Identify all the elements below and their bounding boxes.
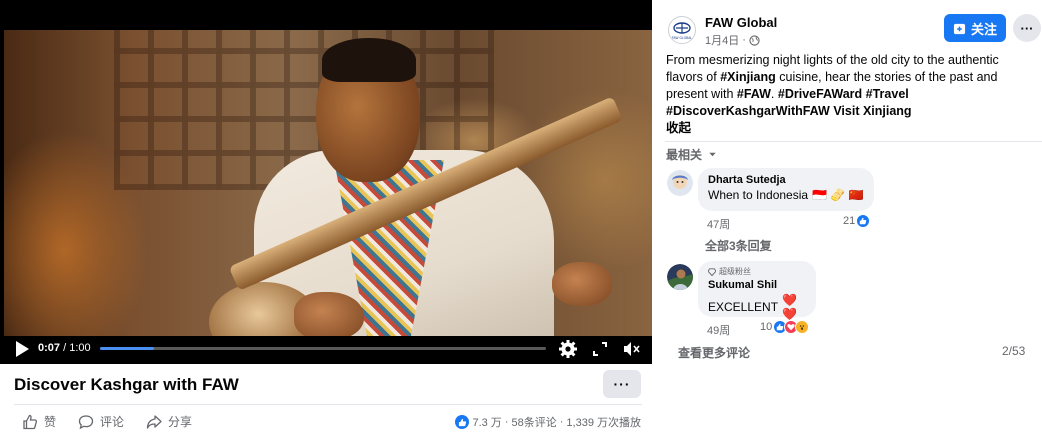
hashtag-xinjiang[interactable]: #Xinjiang — [720, 70, 776, 84]
comment-emojis: ❤️❤️ — [782, 293, 797, 321]
comment-reactions[interactable]: 21 — [843, 214, 871, 228]
comment-text-body: When to Indonesia — [708, 188, 809, 202]
faw-logo-icon: FAW GLOBAL — [672, 22, 693, 40]
video-controls: 0:07 / 1:00 — [0, 334, 652, 364]
diamond-icon — [708, 267, 716, 276]
post-panel: FAW GLOBAL FAW Global 1月4日 · 关注 ··· From… — [665, 0, 1042, 441]
hashtag-drivefaward[interactable]: #DriveFAWard — [778, 87, 862, 101]
comment-page-count: 2/53 — [1002, 344, 1026, 358]
view-replies-link[interactable]: 全部3条回复 — [705, 237, 772, 254]
thumbs-up-icon — [23, 414, 38, 429]
collapse-caption-button[interactable]: 收起 — [666, 121, 691, 135]
video-duration: / 1:00 — [60, 342, 91, 354]
share-label: 分享 — [168, 415, 193, 429]
like-button[interactable]: 赞 — [22, 413, 56, 430]
video-time: 0:07 / 1:00 — [38, 342, 91, 354]
play-icon[interactable] — [14, 340, 30, 358]
engagement-stats: 7.3 万 · 58条评论 · 1,339 万次播放 — [455, 414, 641, 430]
settings-icon[interactable] — [558, 339, 578, 359]
hashtag-discoverkashgarwithfaw[interactable]: #DiscoverKashgarWithFAW — [666, 104, 830, 118]
commenter-avatar[interactable] — [667, 170, 693, 196]
comment-bubble: 超级粉丝 Sukumal Shil EXCELLENT ❤️❤️ — [698, 261, 816, 321]
divider — [14, 404, 642, 405]
page-name[interactable]: FAW Global — [705, 15, 777, 30]
stats-separator: · — [559, 416, 564, 428]
comment-label: 评论 — [100, 415, 125, 429]
like-reaction-icon — [856, 214, 871, 228]
logo-text: FAW GLOBAL — [672, 36, 693, 40]
divider — [665, 141, 1042, 142]
like-label: 赞 — [44, 415, 57, 429]
top-fan-label: 超级粉丝 — [719, 267, 751, 276]
view-more-comments-link[interactable]: 查看更多评论 — [678, 344, 750, 361]
comment-text: When to Indonesia 🇮🇩 🫔 🇨🇳 — [708, 188, 864, 202]
comment-button[interactable]: 评论 — [78, 413, 124, 430]
commenter-name[interactable]: Dharta Sutedja — [708, 174, 864, 186]
post-more-options-button[interactable]: ··· — [1013, 14, 1041, 42]
video-title: Discover Kashgar with FAW — [14, 375, 239, 394]
comment-emojis: 🇮🇩 🫔 🇨🇳 — [812, 188, 864, 202]
video-progress-fill — [100, 347, 154, 350]
post-caption: From mesmerizing night lights of the old… — [666, 52, 1016, 137]
reaction-count[interactable]: 7.3 万 — [472, 414, 501, 430]
comment-reaction-count: 21 — [843, 215, 856, 227]
globe-icon — [749, 34, 760, 46]
stats-separator: · — [504, 416, 509, 428]
like-reaction-icon — [455, 415, 470, 429]
hashtag-faw[interactable]: #FAW — [737, 87, 771, 101]
commenter-avatar[interactable] — [667, 264, 693, 290]
video-column: 0:07 / 1:00 Discover Kashgar with FAW ··… — [0, 0, 655, 441]
comment-reactions[interactable]: 10 — [760, 320, 810, 334]
share-button[interactable]: 分享 — [146, 413, 192, 430]
commenter-name[interactable]: Sukumal Shil — [708, 279, 806, 291]
musician-hair — [322, 38, 416, 82]
comment-icon — [78, 414, 94, 429]
video-frame[interactable] — [4, 30, 652, 336]
post-actions: 赞 评论 分享 — [22, 413, 192, 430]
wow-reaction-icon — [795, 320, 810, 334]
comment-reaction-count: 10 — [760, 321, 773, 333]
comment-sort-dropdown[interactable]: 最相关 — [666, 146, 717, 163]
post-date[interactable]: 1月4日 — [705, 32, 739, 48]
share-icon — [146, 414, 162, 429]
video-progress-bar[interactable] — [100, 347, 546, 350]
comment-text: EXCELLENT ❤️❤️ — [708, 293, 806, 321]
video-player[interactable]: 0:07 / 1:00 — [0, 0, 652, 364]
chevron-down-icon — [709, 152, 716, 157]
strumming-hand — [294, 292, 364, 336]
comment-time[interactable]: 49周 — [707, 322, 730, 338]
visit-xinjiang-link[interactable]: Visit Xinjiang — [833, 104, 911, 118]
post-meta: 1月4日 · — [705, 32, 760, 48]
fullscreen-icon[interactable] — [590, 339, 610, 359]
comment-time[interactable]: 47周 — [707, 216, 730, 232]
follow-page-icon — [953, 23, 966, 34]
views-count: 1,339 万次播放 — [566, 417, 641, 429]
fretting-hand — [552, 262, 612, 306]
mute-icon[interactable] — [621, 339, 641, 359]
follow-label: 关注 — [970, 21, 997, 37]
hashtag-travel[interactable]: #Travel — [866, 87, 909, 101]
follow-button[interactable]: 关注 — [944, 14, 1006, 42]
video-more-options-button[interactable]: ··· — [603, 370, 641, 398]
current-time: 0:07 — [38, 342, 61, 354]
comments-count[interactable]: 58条评论 — [511, 414, 556, 430]
page-avatar[interactable]: FAW GLOBAL — [668, 16, 696, 44]
caption-text: . — [770, 87, 778, 101]
comment-text-body: EXCELLENT — [708, 300, 779, 314]
top-fan-badge: 超级粉丝 — [708, 266, 806, 277]
meta-dot: · — [742, 34, 746, 46]
comment-bubble: Dharta Sutedja When to Indonesia 🇮🇩 🫔 🇨🇳 — [698, 168, 874, 211]
sort-label: 最相关 — [666, 148, 703, 162]
